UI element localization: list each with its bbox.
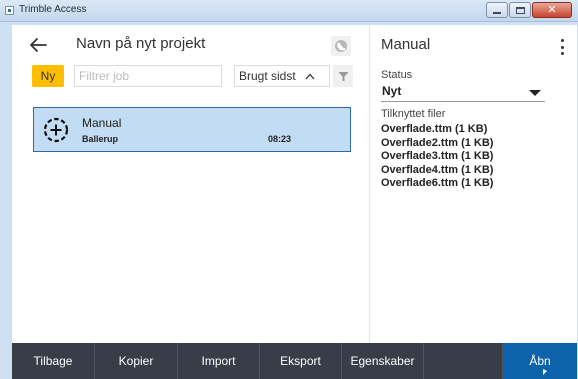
status-value: Nyt: [382, 84, 402, 98]
menu-dot-icon: [560, 45, 564, 49]
import-button[interactable]: Import: [178, 343, 260, 379]
file-item: Overflade4.ttm (1 KB): [381, 163, 494, 176]
filter-button[interactable]: [333, 65, 353, 87]
funnel-icon: [338, 71, 348, 81]
bottom-toolbar: Tilbage Kopier Import Eksport Egenskaber…: [12, 343, 577, 379]
file-item: Overflade6.ttm (1 KB): [381, 177, 494, 189]
filter-input[interactable]: [74, 65, 222, 87]
close-icon: ✕: [547, 3, 557, 16]
map-button[interactable]: [331, 36, 351, 56]
menu-dot-icon: [560, 52, 564, 55]
export-button[interactable]: Eksport: [260, 343, 342, 379]
more-menu-button[interactable]: [558, 37, 566, 57]
chevron-up-icon: [305, 73, 315, 79]
maximize-button[interactable]: [509, 2, 531, 18]
properties-button[interactable]: Egenskaber: [342, 343, 424, 379]
back-button[interactable]: Tilbage: [12, 343, 95, 379]
open-button[interactable]: Åbn: [503, 343, 577, 379]
page-title: Navn på nyt projekt: [76, 35, 206, 52]
sort-label: Brugt sidst: [239, 69, 296, 83]
back-arrow-button[interactable]: [26, 33, 50, 57]
job-icon: [43, 117, 69, 143]
minimize-button[interactable]: [486, 2, 508, 18]
file-item: Overflade2.ttm (1 KB): [381, 136, 494, 149]
details-title: Manual: [381, 36, 431, 53]
window-title: Trimble Access: [19, 4, 87, 15]
files-label: Tilknyttet filer: [381, 108, 446, 120]
linked-files-list: Overflade.ttm (1 KB) Overflade2.ttm (1 K…: [381, 123, 493, 191]
job-list-item[interactable]: Manual Ballerup 08:23: [33, 107, 351, 152]
minimize-icon: [493, 12, 501, 14]
close-button[interactable]: ✕: [532, 2, 572, 18]
status-label: Status: [381, 69, 413, 81]
arrow-left-icon: [30, 38, 47, 52]
job-location: Ballerup: [82, 134, 119, 144]
job-time: 08:23: [268, 134, 292, 144]
sort-button[interactable]: Brugt sidst: [234, 65, 330, 87]
app-area: Navn på nyt projekt Ny Brugt sidst: [12, 25, 577, 379]
file-item: Overflade3.ttm (1 KB): [381, 150, 494, 162]
dropdown-arrow-icon: [529, 90, 541, 96]
copy-button[interactable]: Kopier: [95, 343, 178, 379]
job-name: Manual: [82, 116, 122, 130]
job-list-pane: Navn på nyt projekt Ny Brugt sidst: [12, 25, 369, 343]
file-item: Overflade.ttm (1 KB): [381, 123, 488, 135]
new-job-button[interactable]: Ny: [32, 65, 64, 87]
add-circle-icon: [43, 117, 69, 143]
maximize-icon: [515, 6, 525, 14]
globe-icon: [335, 40, 347, 52]
status-dropdown[interactable]: Nyt: [381, 84, 545, 102]
window-titlebar: Trimble Access ✕: [0, 0, 578, 22]
open-label: Åbn: [529, 354, 551, 368]
menu-dot-icon: [560, 39, 564, 42]
app-icon: [5, 6, 14, 15]
job-details-pane: Manual Status Nyt Tilknyttet filer Overf…: [369, 25, 577, 343]
empty-toolbar-slot: [424, 343, 503, 379]
mouse-cursor-icon: [543, 369, 547, 375]
window-controls: ✕: [485, 2, 572, 18]
